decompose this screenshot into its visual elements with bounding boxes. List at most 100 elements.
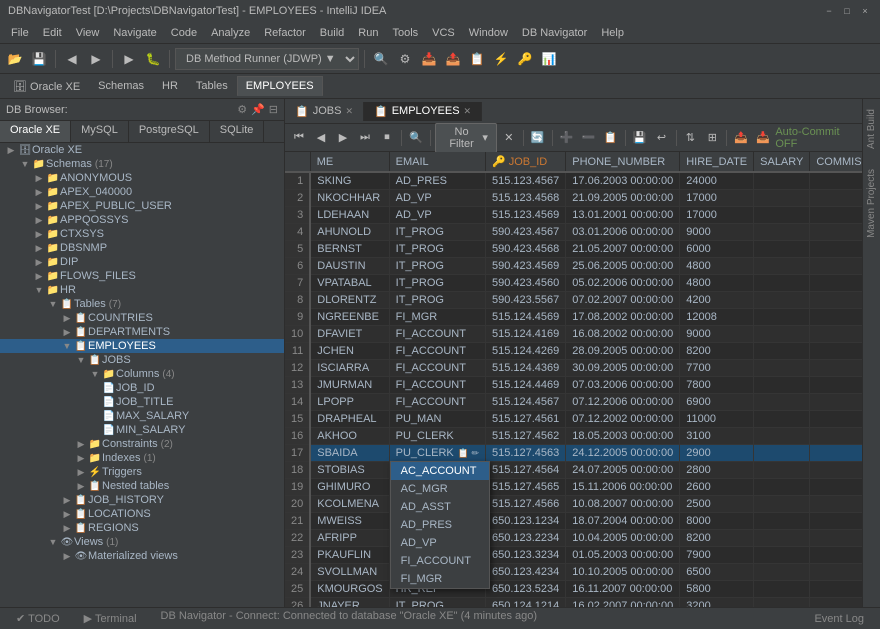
table-row[interactable]: 22AFRIPPAD_VP650.123.223410.04.2005 00:0… <box>285 530 862 547</box>
table-row[interactable]: 13JMURMANFI_ACCOUNT515.124.446907.03.200… <box>285 377 862 394</box>
employees-tab-close[interactable]: ✕ <box>464 106 472 117</box>
tree-node-columns[interactable]: ▼📁Columns(4) <box>0 367 284 381</box>
table-row[interactable]: 20KCOLMENAAD_ASST515.127.456610.08.2007 … <box>285 496 862 513</box>
cell-me[interactable]: DFAVIET <box>310 326 389 343</box>
cell-phone[interactable]: 24.07.2005 00:00:00 <box>566 462 680 479</box>
cell-me[interactable]: ISCIARRA <box>310 360 389 377</box>
cell-job-id[interactable]: 515.124.4269 <box>485 343 565 360</box>
breadcrumb-tab-schemas[interactable]: Schemas <box>89 76 153 96</box>
cell-phone[interactable]: 05.02.2006 00:00:00 <box>566 275 680 292</box>
toolbar-forward-btn[interactable]: ▶ <box>85 48 107 70</box>
cell-commission[interactable] <box>810 258 862 275</box>
cell-commission[interactable] <box>810 326 862 343</box>
cell-email[interactable]: PU_CLERK📋 ✏AC_ACCOUNTAC_MGRAD_ASSTAD_PRE… <box>389 445 485 462</box>
cell-phone[interactable]: 24.12.2005 00:00:00 <box>566 445 680 462</box>
table-row[interactable]: 15DRAPHEALPU_MAN515.127.456107.12.2002 0… <box>285 411 862 428</box>
cell-commission[interactable] <box>810 479 862 496</box>
table-row[interactable]: 4AHUNOLDIT_PROG590.423.456703.01.2006 00… <box>285 224 862 241</box>
table-row[interactable]: 18STOBIASAC_ACCOUNT515.127.456424.07.200… <box>285 462 862 479</box>
cell-email[interactable]: FI_ACCOUNT <box>389 377 485 394</box>
cell-me[interactable]: NKOCHHAR <box>310 190 389 207</box>
cell-commission[interactable] <box>810 547 862 564</box>
cell-salary[interactable] <box>754 581 810 598</box>
cell-email[interactable]: AD_VP <box>389 207 485 224</box>
cell-phone[interactable]: 28.09.2005 00:00:00 <box>566 343 680 360</box>
col-me[interactable]: ME <box>310 152 389 172</box>
cell-me[interactable]: KCOLMENA <box>310 496 389 513</box>
menu-item-run[interactable]: Run <box>351 25 385 41</box>
cell-me[interactable]: LDEHAAN <box>310 207 389 224</box>
cell-email[interactable]: IT_PROG <box>389 241 485 258</box>
cell-job-id[interactable]: 515.127.4561 <box>485 411 565 428</box>
cell-commission[interactable] <box>810 309 862 326</box>
menu-item-view[interactable]: View <box>69 25 107 41</box>
cell-hire-date[interactable]: 4200 <box>680 292 754 309</box>
cell-salary[interactable] <box>754 479 810 496</box>
breadcrumb-tab-employees[interactable]: EMPLOYEES <box>237 76 323 96</box>
toolbar-icon3[interactable]: 📋 <box>466 48 488 70</box>
side-tab-ant-build[interactable]: Ant Build <box>864 99 879 159</box>
cell-commission[interactable] <box>810 377 862 394</box>
cell-job-id[interactable]: 650.123.3234 <box>485 547 565 564</box>
cell-commission[interactable] <box>810 462 862 479</box>
cell-me[interactable]: DAUSTIN <box>310 258 389 275</box>
cell-commission[interactable] <box>810 275 862 292</box>
cell-commission[interactable] <box>810 513 862 530</box>
cell-hire-date[interactable]: 6500 <box>680 564 754 581</box>
table-row[interactable]: 11JCHENFI_ACCOUNT515.124.426928.09.2005 … <box>285 343 862 360</box>
cell-phone[interactable]: 10.08.2007 00:00:00 <box>566 496 680 513</box>
last-page-btn[interactable]: ⏭ <box>355 128 375 148</box>
cell-commission[interactable] <box>810 207 862 224</box>
table-row[interactable]: 9NGREENBEFI_MGR515.124.456917.08.2002 00… <box>285 309 862 326</box>
tab-oracle-xe[interactable]: Oracle XE <box>0 121 71 142</box>
cell-me[interactable]: PKAUFLIN <box>310 547 389 564</box>
cell-salary[interactable] <box>754 360 810 377</box>
cell-email[interactable]: FI_ACCOUNT <box>389 360 485 377</box>
cell-phone[interactable]: 18.07.2004 00:00:00 <box>566 513 680 530</box>
cell-me[interactable]: DLORENTZ <box>310 292 389 309</box>
cell-email[interactable]: AD_PRES <box>389 172 485 190</box>
cell-salary[interactable] <box>754 309 810 326</box>
cell-salary[interactable] <box>754 275 810 292</box>
cell-hire-date[interactable]: 6900 <box>680 394 754 411</box>
cell-email[interactable]: FI_ACCOUNT <box>389 326 485 343</box>
col-phone[interactable]: PHONE_NUMBER <box>566 152 680 172</box>
cell-me[interactable]: JMURMAN <box>310 377 389 394</box>
cell-email[interactable]: FI_ACCOUNT <box>389 343 485 360</box>
cell-phone[interactable]: 18.05.2003 00:00:00 <box>566 428 680 445</box>
cell-job-id[interactable]: 515.123.4568 <box>485 190 565 207</box>
dropdown-item[interactable]: AD_ASST <box>391 498 489 516</box>
cell-job-id[interactable]: 650.124.1214 <box>485 598 565 608</box>
menu-item-vcs[interactable]: VCS <box>425 25 462 41</box>
cell-job-id[interactable]: 515.127.4562 <box>485 428 565 445</box>
cell-job-id[interactable]: 590.423.4569 <box>485 258 565 275</box>
cell-me[interactable]: AFRIPP <box>310 530 389 547</box>
toolbar-save-btn[interactable]: 💾 <box>28 48 50 70</box>
tab-employees[interactable]: 📋 EMPLOYEES ✕ <box>364 102 482 121</box>
cell-job-id[interactable]: 515.127.4564 <box>485 462 565 479</box>
toolbar-icon1[interactable]: 📥 <box>418 48 440 70</box>
toolbar-debug-btn[interactable]: 🐛 <box>142 48 164 70</box>
export-btn[interactable]: 📤 <box>731 128 751 148</box>
search-btn[interactable]: 🔍 <box>406 128 426 148</box>
tree-node-hr[interactable]: ▼📁HR <box>0 283 284 297</box>
cell-phone[interactable]: 16.02.2007 00:00:00 <box>566 598 680 608</box>
cell-hire-date[interactable]: 2800 <box>680 462 754 479</box>
dropdown-item[interactable]: FI_MGR <box>391 570 489 588</box>
cell-hire-date[interactable]: 8000 <box>680 513 754 530</box>
db-browser-pin-icon[interactable]: 📌 <box>251 103 265 116</box>
cell-salary[interactable] <box>754 496 810 513</box>
cell-email[interactable]: PU_MAN <box>389 411 485 428</box>
col-commission[interactable]: COMMISSI <box>810 152 862 172</box>
tree-node-dbsnmp[interactable]: ▶📁DBSNMP <box>0 241 284 255</box>
tree-node-oracle-xe[interactable]: ▶🗄Oracle XE <box>0 143 284 157</box>
table-row[interactable]: 21MWEISSAD_PRES650.123.123418.07.2004 00… <box>285 513 862 530</box>
add-row-btn[interactable]: ➕ <box>557 128 577 148</box>
first-page-btn[interactable]: ⏮ <box>289 128 309 148</box>
cell-job-id[interactable]: 515.124.4567 <box>485 394 565 411</box>
cell-commission[interactable] <box>810 292 862 309</box>
terminal-tab[interactable]: ▶ Terminal <box>76 610 145 627</box>
cell-me[interactable]: SVOLLMAN <box>310 564 389 581</box>
tree-node-anonymous[interactable]: ▶📁ANONYMOUS <box>0 171 284 185</box>
cell-job-id[interactable]: 590.423.4567 <box>485 224 565 241</box>
